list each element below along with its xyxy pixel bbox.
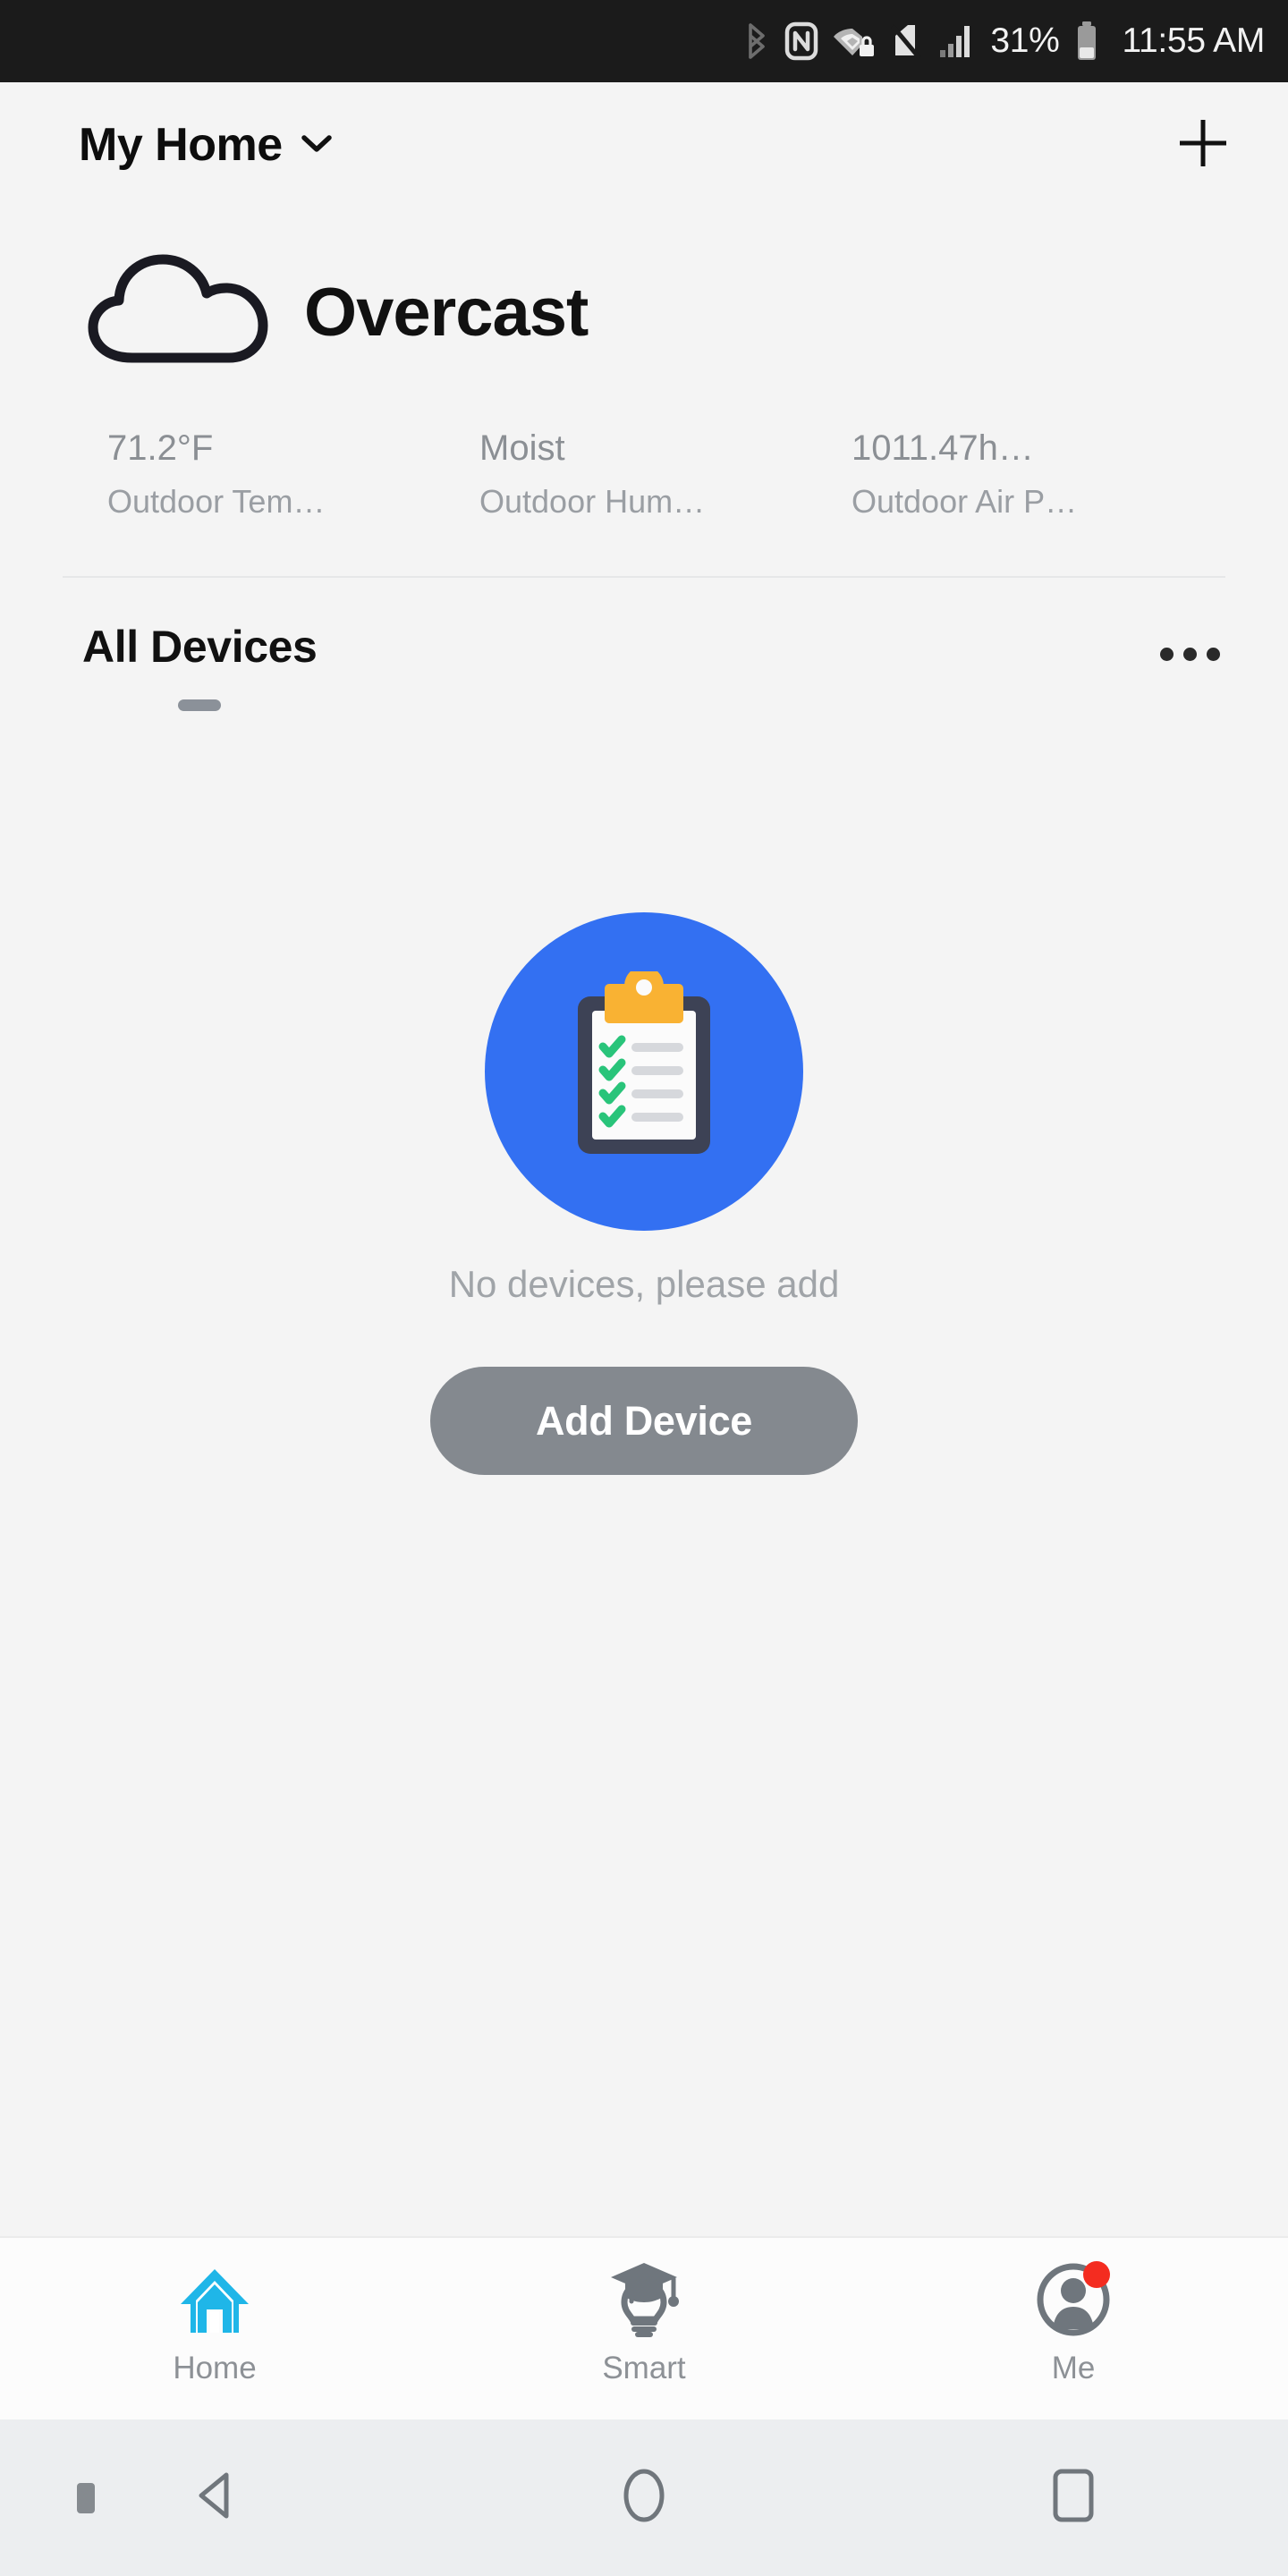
house-icon <box>173 2258 257 2342</box>
recents-icon <box>1042 2464 1105 2531</box>
weather-panel[interactable]: Overcast 71.2°F Outdoor Tem… Moist Outdo… <box>0 208 1288 578</box>
nav-label: Smart <box>602 2351 686 2385</box>
sim-disabled-icon <box>890 21 922 61</box>
android-system-nav <box>0 2419 1288 2576</box>
app-root: 31% 11:55 AM My Home Overcast 71.2°F Out… <box>0 0 1288 2576</box>
system-home-button[interactable] <box>429 2464 859 2531</box>
more-horizontal-icon <box>1183 648 1197 661</box>
plus-icon <box>1174 114 1232 176</box>
graduation-bulb-icon <box>602 2258 686 2342</box>
metric-outdoor-air-pressure: 1011.47h… Outdoor Air P… <box>852 428 1224 521</box>
metric-outdoor-humidity: Moist Outdoor Hum… <box>479 428 852 521</box>
metric-label: Outdoor Air P… <box>852 483 1078 520</box>
bluetooth-icon <box>743 21 770 61</box>
device-list-empty-state: No devices, please add Add Device <box>0 711 1288 2236</box>
chevron-down-icon <box>299 131 335 159</box>
cellular-signal-icon <box>936 21 976 61</box>
home-selector[interactable]: My Home <box>79 118 335 172</box>
metric-value: 1011.47h… <box>852 428 1034 468</box>
wifi-secured-icon <box>833 21 876 61</box>
empty-state-message: No devices, please add <box>448 1263 840 1305</box>
nav-item-home[interactable]: Home <box>0 2258 429 2386</box>
metric-label: Outdoor Hum… <box>479 483 706 520</box>
battery-percent-text: 31% <box>990 21 1060 60</box>
more-horizontal-icon <box>1160 648 1174 661</box>
person-circle-icon <box>1031 2258 1115 2342</box>
metric-outdoor-temperature: 71.2°F Outdoor Tem… <box>107 428 479 521</box>
status-bar-clock: 11:55 AM <box>1122 21 1266 60</box>
cloud-icon <box>79 252 277 373</box>
battery-icon <box>1074 21 1099 62</box>
clipboard-checklist-icon <box>555 965 733 1173</box>
tab-all-devices[interactable]: All Devices <box>82 621 318 711</box>
status-bar-icons: 31% 11:55 AM <box>743 21 1265 62</box>
page-title: My Home <box>79 119 283 171</box>
metric-label: Outdoor Tem… <box>107 483 326 520</box>
system-recents-button[interactable] <box>859 2464 1288 2531</box>
tab-label: All Devices <box>82 622 318 672</box>
nav-label: Me <box>1051 2351 1096 2385</box>
weather-metrics: 71.2°F Outdoor Tem… Moist Outdoor Hum… 1… <box>0 428 1288 521</box>
notification-badge <box>1083 2261 1110 2288</box>
status-bar: 31% 11:55 AM <box>0 0 1288 82</box>
back-icon <box>183 2464 246 2531</box>
nfc-icon <box>784 21 818 61</box>
nav-item-me[interactable]: Me <box>859 2258 1288 2386</box>
more-options-button[interactable] <box>1155 633 1225 675</box>
tab-active-indicator <box>178 699 222 711</box>
weather-summary: Overcast <box>0 252 1288 373</box>
add-device-button[interactable]: Add Device <box>430 1367 858 1475</box>
nav-hide-handle-icon[interactable] <box>77 2482 95 2513</box>
metric-value: Moist <box>479 428 565 468</box>
bottom-navigation: Home Smart Me <box>0 2236 1288 2419</box>
weather-description: Overcast <box>304 275 589 351</box>
tab-group: All Devices <box>82 621 318 711</box>
metric-value: 71.2°F <box>107 428 214 468</box>
empty-state-illustration <box>485 912 803 1231</box>
more-horizontal-icon <box>1207 648 1220 661</box>
nav-label: Home <box>173 2351 257 2385</box>
home-icon <box>613 2464 675 2531</box>
nav-item-smart[interactable]: Smart <box>429 2258 859 2386</box>
add-button[interactable] <box>1170 112 1236 178</box>
devices-tab-bar: All Devices <box>0 578 1288 711</box>
system-back-button[interactable] <box>0 2464 429 2531</box>
app-header: My Home <box>0 82 1288 208</box>
